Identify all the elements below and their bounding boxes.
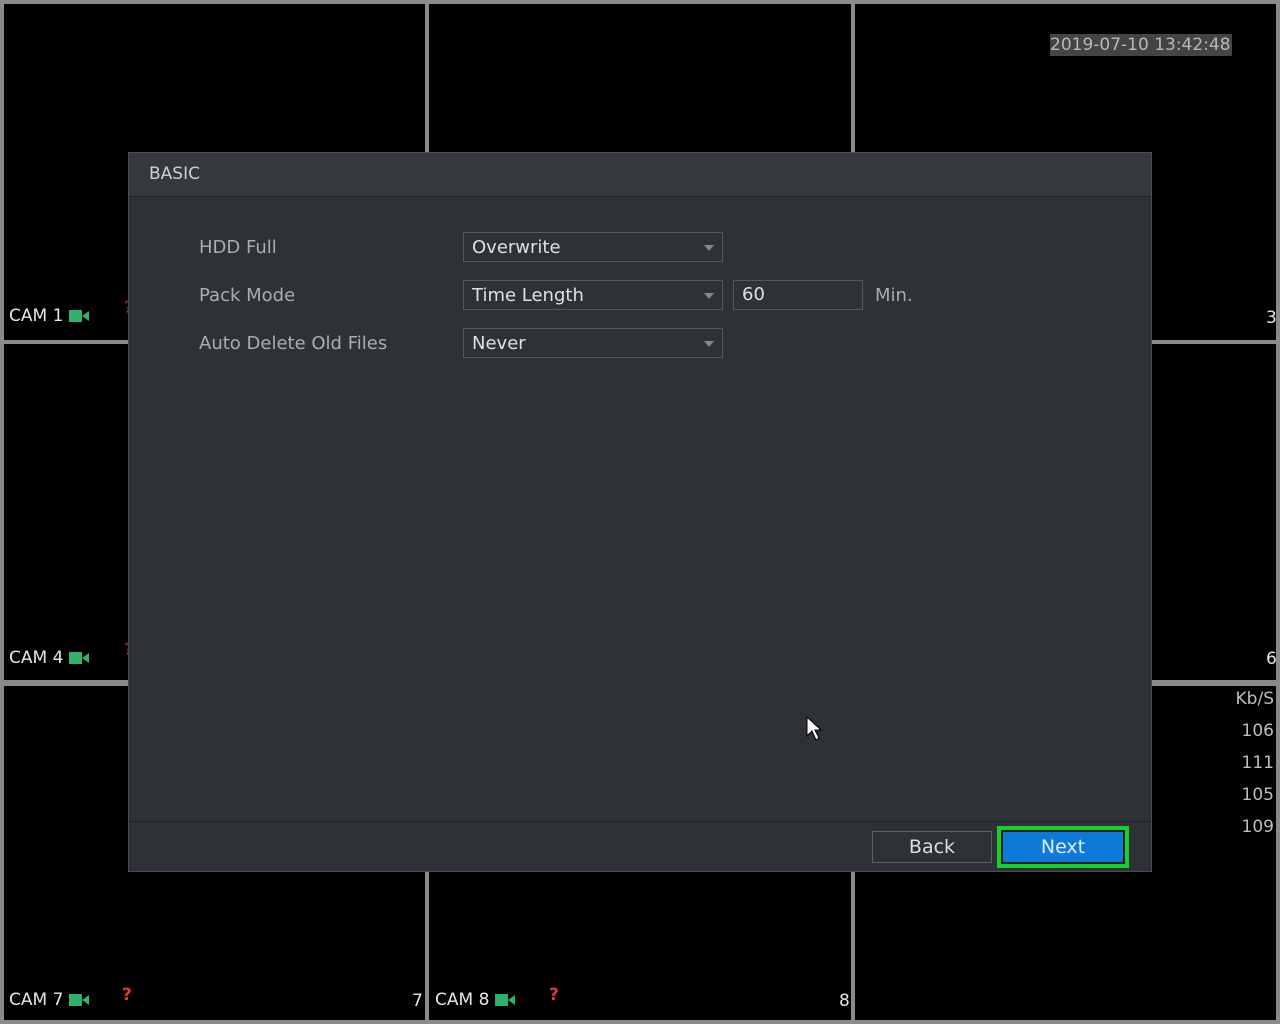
pack-length-input[interactable]: 60 bbox=[733, 280, 863, 310]
pack-length-unit: Min. bbox=[875, 284, 913, 306]
bitrate-value: 106 bbox=[1241, 721, 1274, 741]
bitrate-value: 109 bbox=[1241, 817, 1274, 837]
next-button[interactable]: Next bbox=[997, 826, 1129, 868]
camera-icon bbox=[69, 652, 90, 664]
selected-value: Never bbox=[472, 332, 526, 354]
auto-delete-select[interactable]: Never bbox=[463, 328, 723, 358]
cam-name: CAM 1 bbox=[9, 306, 64, 326]
channel-number: 3 bbox=[1266, 308, 1277, 328]
cam-label-4: CAM 4 bbox=[9, 648, 90, 668]
dialog-footer: Back Next bbox=[129, 821, 1151, 871]
pack-mode-row: Pack Mode Time Length 60 Min. bbox=[199, 280, 913, 310]
cam-label-1: CAM 1 bbox=[9, 306, 90, 326]
camera-icon bbox=[495, 994, 516, 1006]
dialog-title: BASIC bbox=[129, 153, 1151, 197]
hdd-full-select[interactable]: Overwrite bbox=[463, 232, 723, 262]
channel-number: 6 bbox=[1266, 649, 1277, 669]
chevron-down-icon bbox=[704, 293, 714, 299]
selected-value: Time Length bbox=[472, 284, 584, 306]
pack-mode-label: Pack Mode bbox=[199, 284, 296, 306]
mouse-cursor-icon bbox=[806, 716, 822, 741]
selected-value: Overwrite bbox=[472, 236, 561, 258]
chevron-down-icon bbox=[704, 245, 714, 251]
hdd-full-label: HDD Full bbox=[199, 236, 277, 258]
auto-delete-row: Auto Delete Old Files Never bbox=[199, 328, 723, 358]
camera-icon bbox=[69, 310, 90, 322]
channel-number: 7 bbox=[412, 991, 423, 1011]
cam-label-8: CAM 8 bbox=[435, 990, 516, 1010]
camera-icon bbox=[69, 994, 90, 1006]
back-button[interactable]: Back bbox=[872, 831, 992, 863]
pack-mode-select[interactable]: Time Length bbox=[463, 280, 723, 310]
timestamp: 2019-07-10 13:42:48 bbox=[1050, 34, 1232, 56]
cam-name: CAM 4 bbox=[9, 648, 64, 668]
auto-delete-label: Auto Delete Old Files bbox=[199, 332, 388, 354]
bitrate-value: 111 bbox=[1241, 753, 1274, 773]
basic-dialog: BASIC HDD Full Overwrite Pack Mode Time … bbox=[128, 152, 1152, 872]
channel-number: 8 bbox=[839, 991, 850, 1011]
bitrate-unit: Kb/S bbox=[1235, 689, 1274, 709]
hdd-full-row: HDD Full Overwrite bbox=[199, 232, 723, 262]
cam-name: CAM 8 bbox=[435, 990, 490, 1010]
unknown-status-icon: ? bbox=[122, 985, 132, 1005]
bitrate-value: 105 bbox=[1241, 785, 1274, 805]
unknown-status-icon: ? bbox=[549, 985, 559, 1005]
cam-label-7: CAM 7 bbox=[9, 990, 90, 1010]
cam-name: CAM 7 bbox=[9, 990, 64, 1010]
chevron-down-icon bbox=[704, 341, 714, 347]
